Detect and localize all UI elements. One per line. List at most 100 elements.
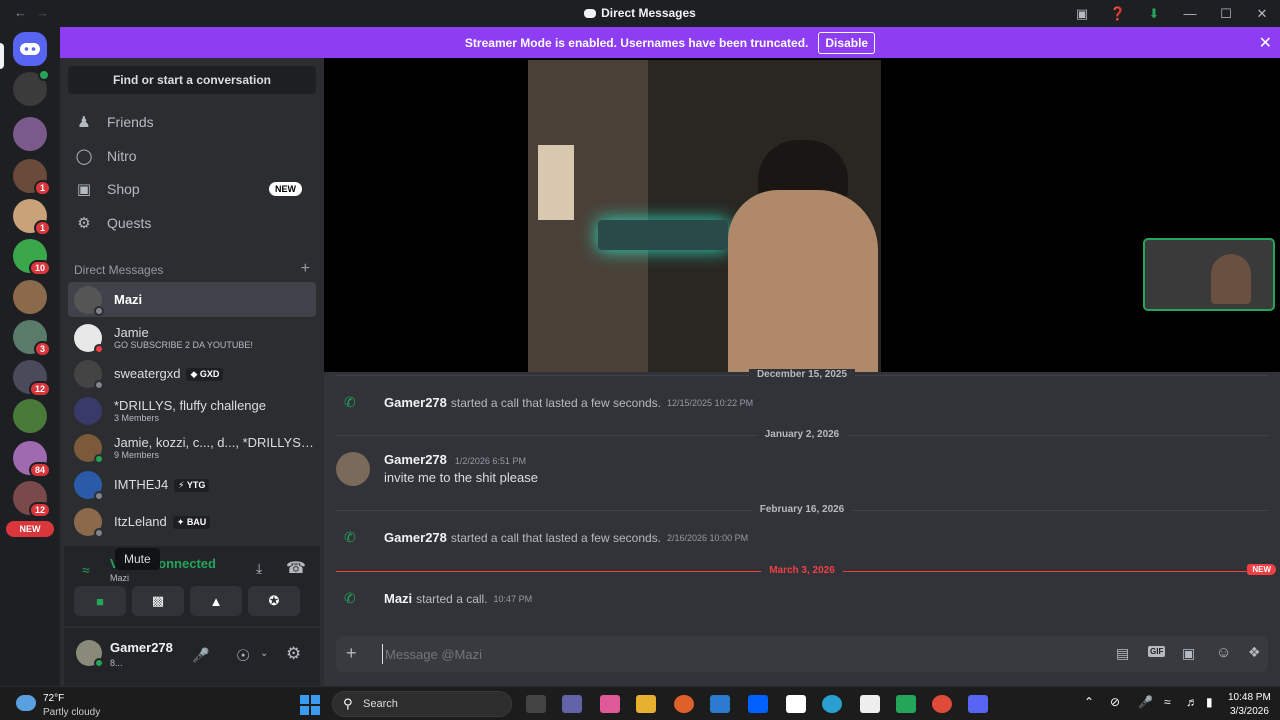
app-icon[interactable] (896, 695, 916, 713)
nitro-icon: ◯ (75, 148, 93, 165)
discord-taskbar-icon[interactable] (968, 695, 988, 713)
server-icon[interactable]: 1 (13, 159, 51, 196)
battery-icon[interactable]: ▮ (1206, 695, 1213, 709)
tray-chevron-icon[interactable]: ⌃ (1084, 695, 1094, 709)
close-icon[interactable]: ✕ (1259, 33, 1272, 53)
mute-tooltip: Mute (115, 548, 160, 570)
date-divider: February 16, 2026 (336, 504, 1268, 516)
folder-icon[interactable] (636, 695, 656, 713)
call-message: ✆ Gamer278 started a call that lasted a fe… (344, 394, 754, 410)
edge-icon[interactable] (822, 695, 842, 713)
chat-messages: December 15, 2025 ✆ Gamer278 started a cal… (324, 369, 1280, 628)
noise-suppression-icon[interactable]: ⤓ (256, 560, 262, 577)
sticker-icon[interactable]: ▣ (1182, 645, 1195, 662)
dm-avatar[interactable] (13, 69, 50, 106)
notion-icon[interactable] (786, 695, 806, 713)
username[interactable]: Gamer278 (110, 640, 173, 655)
find-conversation-button[interactable]: Find or start a conversation (68, 66, 316, 94)
create-dm-icon[interactable]: + (301, 260, 310, 278)
dm-item[interactable]: *DRILLYS, fluffy challenge 3 Members (68, 393, 316, 428)
start-button[interactable] (300, 695, 320, 715)
message-composer: + ▤ GIF ▣ ☺ ❖ (336, 636, 1268, 672)
mail-icon[interactable] (710, 695, 730, 713)
phone-icon: ✆ (344, 590, 356, 606)
video-button[interactable]: ■ (74, 586, 126, 616)
gift-icon[interactable]: ▤ (1116, 645, 1129, 662)
user-avatar[interactable] (76, 640, 104, 668)
chrome-icon[interactable] (932, 695, 952, 713)
file-explorer-icon[interactable] (526, 695, 546, 713)
server-list: 1 1 10 3 12 84 12 NEW (0, 27, 60, 686)
server-icon[interactable]: 10 (13, 239, 51, 276)
dm-item[interactable]: ItzLeland ✦ BAU (68, 504, 316, 539)
camera-off-icon[interactable]: ⊘ (1110, 695, 1120, 709)
new-servers-badge[interactable]: NEW (6, 521, 54, 537)
dm-item[interactable]: Jamie GO SUBSCRIBE 2 DA YOUTUBE! (68, 320, 316, 355)
group-avatar (74, 396, 102, 425)
microphone-icon[interactable]: 🎤 (192, 647, 209, 664)
volume-icon[interactable]: ♬ (1186, 695, 1198, 709)
headphones-icon[interactable]: ☉ (236, 646, 250, 666)
download-icon[interactable]: ⬇ (1136, 6, 1172, 22)
message-input[interactable] (382, 644, 982, 664)
notepad-icon[interactable] (860, 695, 880, 713)
server-icon[interactable] (13, 399, 47, 433)
selected-pill (0, 43, 4, 69)
nav-shop[interactable]: ▣ Shop NEW (68, 173, 316, 205)
tray-mic-icon[interactable]: 🎤 (1138, 695, 1153, 709)
maximize-button[interactable]: ☐ (1208, 6, 1244, 22)
call-message: ✆ Mazi started a call. 10:47 PM (344, 590, 533, 606)
help-icon[interactable]: ❓ (1100, 6, 1136, 22)
activities-button[interactable]: ▲ (190, 586, 242, 616)
dm-item-mazi[interactable]: Mazi (68, 282, 316, 317)
phone-icon: ✆ (344, 394, 356, 410)
soundboard-button[interactable]: ✪ (248, 586, 300, 616)
dm-item[interactable]: sweatergxd ◆ GXD (68, 356, 316, 391)
clock-time[interactable]: 10:48 PM (1228, 692, 1271, 703)
copilot-icon[interactable] (600, 695, 620, 713)
disable-button[interactable]: Disable (818, 31, 876, 54)
disconnect-icon[interactable]: ☎ (286, 558, 306, 578)
weather-temp[interactable]: 72°F (43, 693, 64, 704)
nav-nitro[interactable]: ◯ Nitro (68, 140, 316, 172)
firefox-icon[interactable] (674, 695, 694, 713)
avatar (74, 470, 104, 501)
date-divider: January 2, 2026 (336, 429, 1268, 441)
server-icon[interactable] (13, 117, 47, 151)
dm-item[interactable]: Jamie, kozzi, c..., d..., *DRILLYS, S...… (68, 430, 316, 465)
inbox-icon[interactable]: ▣ (1064, 6, 1100, 22)
screen-share-button[interactable]: ▩ (132, 586, 184, 616)
settings-gear-icon[interactable]: ⚙ (286, 644, 301, 664)
avatar[interactable] (336, 452, 370, 486)
shop-icon: ▣ (76, 181, 92, 198)
gif-icon[interactable]: GIF (1148, 646, 1166, 657)
chevron-down-icon[interactable]: ⌄ (260, 648, 268, 659)
server-icon[interactable]: 3 (13, 320, 51, 357)
taskbar-search[interactable]: ⚲ Search (332, 691, 512, 717)
server-icon[interactable]: 1 (13, 199, 51, 236)
message-author[interactable]: Gamer278 (384, 452, 447, 467)
close-window-button[interactable]: ✕ (1244, 6, 1280, 22)
voice-channel[interactable]: Mazi (110, 573, 129, 583)
teams-icon[interactable] (562, 695, 582, 713)
minimize-button[interactable]: — (1172, 6, 1208, 21)
camera-icon: ■ (96, 593, 104, 609)
add-attachment-icon[interactable]: + (346, 643, 357, 664)
server-icon[interactable]: 12 (13, 481, 51, 518)
server-icon[interactable]: 12 (13, 360, 51, 397)
server-icon[interactable] (13, 280, 47, 314)
home-button[interactable] (13, 32, 47, 66)
emoji-icon[interactable]: ☺ (1216, 644, 1231, 661)
main-content: December 15, 2025 ✆ Gamer278 started a cal… (324, 58, 1280, 686)
screen-share-icon: ▩ (151, 593, 165, 608)
apps-icon[interactable]: ❖ (1248, 644, 1261, 661)
dropbox-icon[interactable] (748, 695, 768, 713)
message: Gamer278 1/2/2026 6:51 PM invite me to th… (336, 452, 1236, 492)
server-icon[interactable]: 84 (13, 441, 51, 478)
new-badge: NEW (269, 182, 302, 196)
wifi-icon[interactable]: ≈ (1164, 695, 1171, 709)
self-video-preview[interactable] (1143, 238, 1275, 311)
dm-item[interactable]: IMTHEJ4 ⚡ YTG (68, 467, 316, 502)
nav-friends[interactable]: ♟ Friends (68, 106, 316, 138)
nav-quests[interactable]: ⚙ Quests (68, 207, 316, 239)
